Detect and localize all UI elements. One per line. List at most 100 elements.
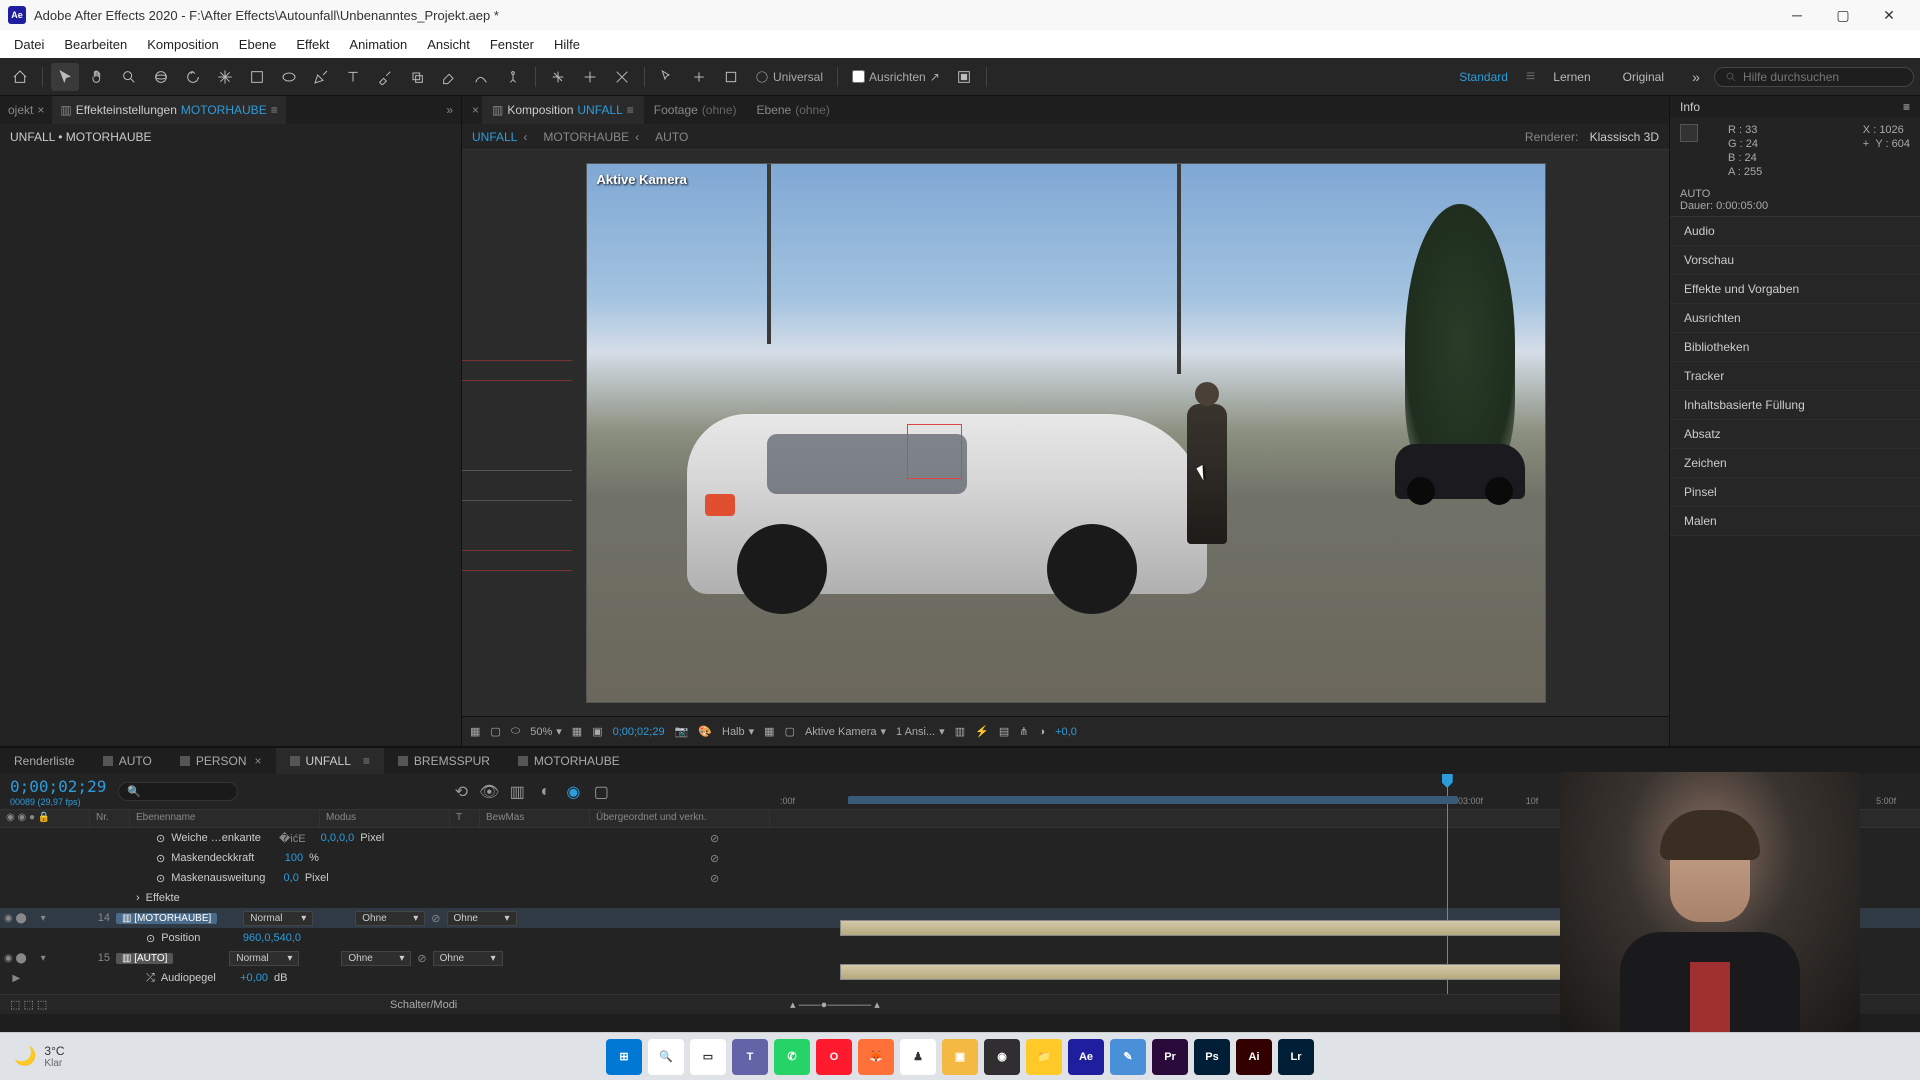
rotate-tool[interactable] [179, 63, 207, 91]
workspace-standard[interactable]: Standard [1445, 70, 1522, 84]
info-panel-menu[interactable]: ≡ [1903, 100, 1910, 114]
eraser-tool[interactable] [435, 63, 463, 91]
puppet-tool[interactable] [499, 63, 527, 91]
timeline-timecode[interactable]: 0;00;02;29 [10, 777, 106, 796]
selection-tool[interactable] [51, 63, 79, 91]
taskbar-app-firefox[interactable]: 🦊 [858, 1039, 894, 1075]
draft-3d-icon[interactable]: ▢ [590, 781, 612, 803]
menu-ebene[interactable]: Ebene [229, 37, 287, 52]
pixel-aspect-icon[interactable]: ▥ [955, 725, 965, 738]
panel-audio[interactable]: Audio [1670, 217, 1920, 246]
menu-animation[interactable]: Animation [339, 37, 417, 52]
panel-vorschau[interactable]: Vorschau [1670, 246, 1920, 275]
exposure-reset-icon[interactable]: ◑ [1038, 726, 1045, 738]
timeline-icon[interactable]: ▤ [999, 725, 1009, 738]
menu-fenster[interactable]: Fenster [480, 37, 544, 52]
panel-more-icon[interactable]: » [438, 103, 461, 117]
minimize-button[interactable]: ─ [1774, 0, 1820, 30]
renderer-value[interactable]: Klassisch 3D [1590, 130, 1659, 144]
panel-malen[interactable]: Malen [1670, 507, 1920, 536]
snapshot-icon[interactable]: 📷 [675, 725, 689, 738]
taskbar-app-search[interactable]: 🔍 [648, 1039, 684, 1075]
local-axis-icon[interactable] [544, 63, 572, 91]
taskbar-app-taskview[interactable]: ▭ [690, 1039, 726, 1075]
mask-mode-icon[interactable] [950, 63, 978, 91]
align-toggle[interactable]: Ausrichten ↗ [846, 70, 946, 84]
taskbar-app-ps[interactable]: Ps [1194, 1039, 1230, 1075]
grid-icon[interactable]: ▦ [572, 725, 582, 738]
switches-modes-toggle[interactable]: Schalter/Modi [390, 999, 457, 1011]
effect-settings-tab[interactable]: ▥ Effekteinstellungen MOTORHAUBE ≡ [52, 96, 285, 124]
taskbar-app-teams[interactable]: T [732, 1039, 768, 1075]
snap-box-icon[interactable] [717, 63, 745, 91]
guides-icon[interactable]: ▢ [490, 725, 500, 738]
panel-pinsel[interactable]: Pinsel [1670, 478, 1920, 507]
taskbar-app-ae[interactable]: Ae [1068, 1039, 1104, 1075]
layer-tab[interactable]: Ebene (ohne) [747, 96, 840, 124]
snapping-toggle[interactable]: Universal [749, 70, 829, 84]
menu-effekt[interactable]: Effekt [286, 37, 339, 52]
nav-motorhaube[interactable]: MOTORHAUBE‹ [543, 130, 639, 144]
color-mgmt-icon[interactable]: 🎨 [698, 725, 712, 738]
workspace-more-icon[interactable]: » [1682, 63, 1710, 91]
track-marker[interactable] [907, 424, 962, 479]
text-tool[interactable] [339, 63, 367, 91]
workspace-original[interactable]: Original [1609, 70, 1678, 84]
ellipse-tool[interactable] [275, 63, 303, 91]
menu-ansicht[interactable]: Ansicht [417, 37, 480, 52]
timeline-tab-unfall[interactable]: UNFALL≡ [276, 748, 384, 774]
menu-datei[interactable]: Datei [4, 37, 54, 52]
timeline-tab-motorhaube[interactable]: MOTORHAUBE [504, 748, 634, 774]
zoom-tool[interactable] [115, 63, 143, 91]
hand-tool[interactable] [83, 63, 111, 91]
panel-inhaltsfullung[interactable]: Inhaltsbasierte Füllung [1670, 391, 1920, 420]
exposure-value[interactable]: +0,0 [1055, 726, 1077, 738]
nav-auto[interactable]: AUTO [655, 130, 688, 144]
roto-tool[interactable] [467, 63, 495, 91]
viewer-timecode[interactable]: 0;00;02;29 [613, 726, 665, 738]
timeline-tab-auto[interactable]: AUTO [89, 748, 166, 774]
taskbar-app-pr[interactable]: Pr [1152, 1039, 1188, 1075]
panel-ausrichten[interactable]: Ausrichten [1670, 304, 1920, 333]
workspace-lernen[interactable]: Lernen [1539, 70, 1604, 84]
taskbar-app-opera[interactable]: O [816, 1039, 852, 1075]
brush-tool[interactable] [371, 63, 399, 91]
panel-bibliotheken[interactable]: Bibliotheken [1670, 333, 1920, 362]
snap-cursor-icon[interactable] [653, 63, 681, 91]
graph-editor-icon[interactable]: ◉ [562, 781, 584, 803]
shy-icon[interactable]: 👁 [478, 781, 500, 803]
pan-behind-tool[interactable] [211, 63, 239, 91]
zoom-slider[interactable]: ▴ ――●―――― ▴ [790, 998, 880, 1011]
fast-preview-icon[interactable]: ⚡ [975, 725, 989, 738]
snap-add-icon[interactable] [685, 63, 713, 91]
info-panel-title[interactable]: Info [1680, 100, 1700, 114]
home-icon[interactable] [6, 63, 34, 91]
taskbar-app-windows[interactable]: ⊞ [606, 1039, 642, 1075]
comp-mini-icon[interactable]: ⟲ [450, 781, 472, 803]
taskbar-app-obs[interactable]: ◉ [984, 1039, 1020, 1075]
views-dropdown[interactable]: 1 Ansi... ▾ [896, 725, 945, 738]
panel-tracker[interactable]: Tracker [1670, 362, 1920, 391]
taskbar-app-lr[interactable]: Lr [1278, 1039, 1314, 1075]
work-area[interactable] [848, 796, 1458, 804]
weather-widget[interactable]: 🌙 3°C Klar [0, 1044, 79, 1069]
viewer-frame[interactable]: Aktive Kamera [586, 163, 1546, 703]
close-button[interactable]: ✕ [1866, 0, 1912, 30]
menu-bearbeiten[interactable]: Bearbeiten [54, 37, 137, 52]
taskbar-app-whatsapp[interactable]: ✆ [774, 1039, 810, 1075]
taskbar-app-app[interactable]: ♟ [900, 1039, 936, 1075]
footage-tab[interactable]: Footage (ohne) [644, 96, 747, 124]
alpha-icon[interactable]: ▦ [470, 725, 480, 738]
taskbar-app-ai[interactable]: Ai [1236, 1039, 1272, 1075]
zoom-dropdown[interactable]: 50% ▾ [530, 725, 562, 738]
clone-tool[interactable] [403, 63, 431, 91]
motion-blur-icon[interactable]: ◐ [534, 781, 556, 803]
rect-tool[interactable] [243, 63, 271, 91]
layer-search[interactable]: 🔍 [118, 782, 238, 801]
timeline-tab-bremsspur[interactable]: BREMSSPUR [384, 748, 504, 774]
frame-blend-icon[interactable]: ▥ [506, 781, 528, 803]
menu-hilfe[interactable]: Hilfe [544, 37, 590, 52]
taskbar-app-app3[interactable]: ✎ [1110, 1039, 1146, 1075]
menu-komposition[interactable]: Komposition [137, 37, 229, 52]
pen-tool[interactable] [307, 63, 335, 91]
